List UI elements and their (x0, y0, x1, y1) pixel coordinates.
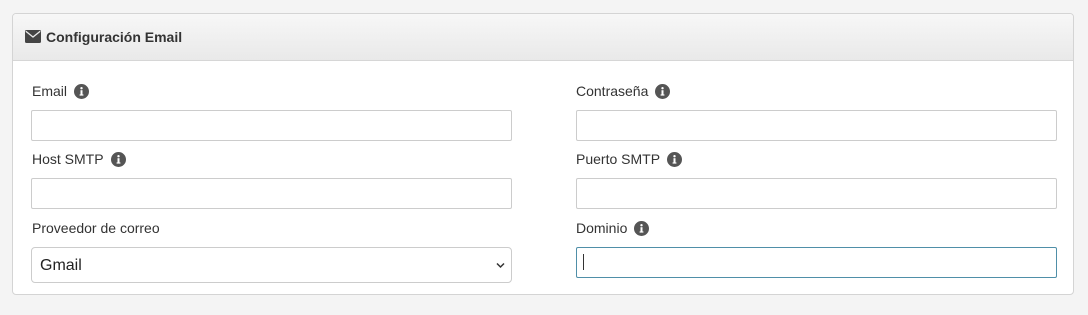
info-icon[interactable] (634, 220, 650, 236)
email-input[interactable] (31, 110, 512, 141)
provider-label-text: Proveedor de correo (32, 220, 160, 236)
domain-label: Dominio (576, 220, 650, 236)
info-icon[interactable] (110, 151, 126, 167)
info-icon[interactable] (74, 83, 90, 99)
email-label: Email (32, 83, 90, 99)
smtp-host-input[interactable] (31, 178, 512, 209)
info-icon[interactable] (655, 83, 671, 99)
envelope-icon (25, 30, 41, 43)
password-label-text: Contraseña (576, 83, 649, 99)
provider-selected-value: Gmail (40, 257, 82, 274)
smtp-port-label-text: Puerto SMTP (576, 151, 661, 167)
smtp-host-label-text: Host SMTP (32, 151, 104, 167)
domain-label-text: Dominio (576, 220, 628, 236)
email-label-text: Email (32, 83, 68, 99)
smtp-port-input[interactable] (576, 178, 1057, 209)
text-caret (583, 254, 584, 270)
panel-heading: Configuración Email (13, 14, 1073, 61)
smtp-host-label: Host SMTP (32, 151, 126, 167)
domain-field[interactable] (576, 247, 1057, 278)
password-input[interactable] (576, 110, 1057, 141)
domain-input[interactable] (576, 247, 1057, 278)
panel-title: Configuración Email (46, 29, 183, 45)
provider-select[interactable]: Gmail (31, 247, 512, 283)
info-icon[interactable] (667, 151, 683, 167)
provider-label: Proveedor de correo (32, 220, 160, 236)
password-label: Contraseña (576, 83, 671, 99)
smtp-port-label: Puerto SMTP (576, 151, 683, 167)
chevron-down-icon (496, 262, 505, 269)
